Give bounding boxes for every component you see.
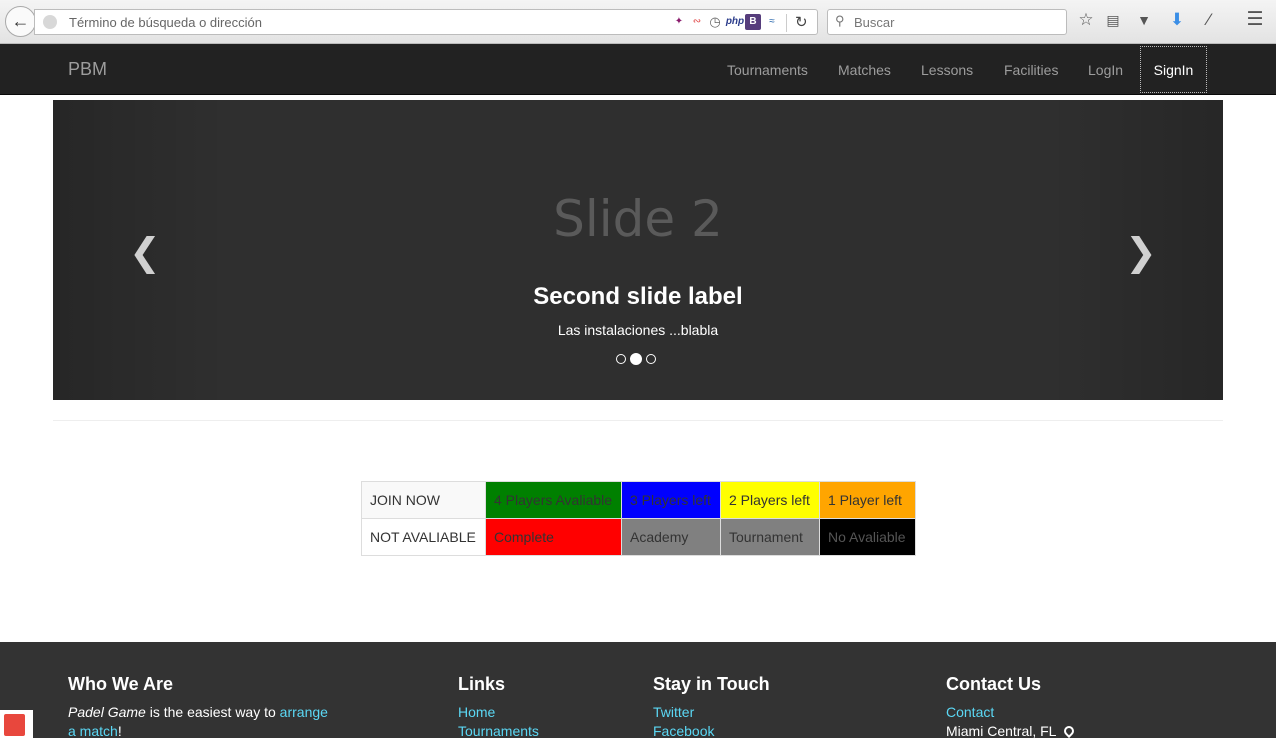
wave-icon[interactable]: ≈	[764, 14, 780, 30]
slide-caption-text: Las instalaciones ...blabla	[557, 322, 719, 338]
reading-list-icon[interactable]: ▤	[1102, 12, 1124, 29]
menu-icon[interactable]: ☰	[1244, 8, 1266, 31]
pocket-icon[interactable]: ▼	[1133, 12, 1155, 28]
search-bar[interactable]: ⚲ Buscar	[827, 9, 1067, 35]
legend-row-join: JOIN NOW 4 Players Avaliable 3 Players l…	[361, 481, 916, 519]
bootstrap-icon[interactable]: B	[745, 14, 761, 30]
nav-facilities[interactable]: Facilities	[1004, 62, 1058, 78]
site-footer: Who We Are Padel Game is the easiest way…	[0, 642, 1276, 739]
feather-icon[interactable]: ✦	[671, 14, 687, 30]
footer-link-tournaments[interactable]: Tournaments	[458, 723, 539, 739]
download-icon[interactable]: ⬇	[1166, 10, 1188, 30]
brand-logo[interactable]: PBM	[68, 59, 107, 80]
pdf-icon[interactable]: ∾	[689, 14, 705, 30]
slide-caption-title: Second slide label	[533, 283, 743, 310]
browser-toolbar: ← Término de búsqueda o dirección ✦ ∾ ◷ …	[0, 0, 1276, 44]
map-marker-icon	[1061, 723, 1076, 739]
globe-icon	[43, 15, 57, 29]
nav-signin[interactable]: SignIn	[1140, 46, 1207, 93]
reload-icon[interactable]: ↻	[795, 13, 808, 31]
nav-lessons[interactable]: Lessons	[921, 62, 973, 78]
chevron-left-icon[interactable]: ❮	[129, 230, 161, 274]
footer-link-facebook[interactable]: Facebook	[653, 723, 714, 739]
carousel-indicator-3[interactable]	[646, 354, 656, 364]
nav-login[interactable]: LogIn	[1088, 62, 1123, 78]
footer-who-em: Padel Game	[68, 704, 146, 720]
footer-contact-title: Contact Us	[946, 674, 1042, 694]
legend-cell: NOT AVALIABLE	[361, 518, 486, 556]
legend-cell: 3 Players left	[621, 481, 721, 519]
address-bar[interactable]: Término de búsqueda o dirección ✦ ∾ ◷ ph…	[34, 9, 818, 35]
site-navbar: PBM Tournaments Matches Lessons Faciliti…	[0, 44, 1276, 95]
php-icon[interactable]: php	[725, 14, 745, 30]
footer-link-home[interactable]: Home	[458, 704, 495, 720]
legend-cell: 1 Player left	[819, 481, 916, 519]
divider	[786, 14, 787, 32]
bookmark-star-icon[interactable]: ☆	[1075, 10, 1097, 30]
legend-cell: 4 Players Avaliable	[485, 481, 622, 519]
footer-location: Miami Central, FL	[946, 723, 1076, 739]
carousel-indicator-2[interactable]	[630, 353, 642, 365]
nav-matches[interactable]: Matches	[838, 62, 891, 78]
nav-tournaments[interactable]: Tournaments	[727, 62, 808, 78]
legend-cell: Complete	[485, 518, 622, 556]
legend-cell: Academy	[621, 518, 721, 556]
footer-who-title: Who We Are	[68, 674, 174, 694]
footer-link-twitter[interactable]: Twitter	[653, 704, 694, 720]
footer-who-text-line2: a match!	[68, 723, 122, 739]
app-launcher-icon-shape	[4, 714, 25, 736]
search-input[interactable]: Buscar	[854, 15, 894, 30]
legend-row-unavailable: NOT AVALIABLE Complete Academy Tournamen…	[361, 518, 916, 556]
footer-who-text: Padel Game is the easiest way to arrange	[68, 704, 328, 720]
carousel-indicator-1[interactable]	[616, 354, 626, 364]
chevron-right-icon[interactable]: ❯	[1125, 230, 1157, 274]
divider	[53, 420, 1223, 421]
footer-who-text1: is the easiest way to	[145, 704, 280, 720]
wand-icon[interactable]: ⁄	[1198, 10, 1220, 30]
clock-icon[interactable]: ◷	[707, 14, 723, 30]
legend-cell: No Avaliable	[819, 518, 916, 556]
footer-touch-title: Stay in Touch	[653, 674, 770, 694]
legend-cell: Tournament	[720, 518, 820, 556]
carousel-indicators	[616, 353, 656, 365]
back-arrow-icon[interactable]: ←	[5, 6, 36, 37]
footer-link-contact[interactable]: Contact	[946, 704, 994, 720]
app-launcher-icon[interactable]	[0, 710, 33, 738]
legend-cell: JOIN NOW	[361, 481, 486, 519]
slide-placeholder-title: Slide 2	[553, 190, 723, 248]
address-input[interactable]: Término de búsqueda o dirección	[69, 15, 262, 30]
footer-links-title: Links	[458, 674, 506, 694]
legend-cell: 2 Players left	[720, 481, 820, 519]
hero-carousel: Slide 2 ❮ ❯ Second slide label Las insta…	[53, 100, 1223, 400]
footer-match-link[interactable]: a match	[68, 723, 118, 739]
search-icon: ⚲	[835, 13, 845, 28]
footer-who-text2: !	[117, 723, 122, 739]
footer-location-text: Miami Central, FL	[946, 723, 1056, 739]
availability-legend: JOIN NOW 4 Players Avaliable 3 Players l…	[361, 481, 916, 556]
footer-arrange-link[interactable]: arrange	[280, 704, 328, 720]
